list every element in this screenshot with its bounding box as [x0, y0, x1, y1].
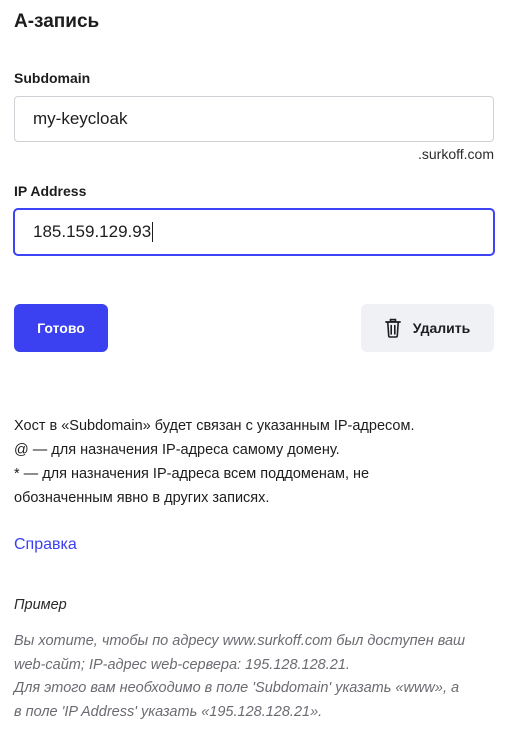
text-caret: [152, 222, 154, 242]
subdomain-value: my-keycloak: [33, 109, 128, 128]
ip-address-input[interactable]: 185.159.129.93: [14, 209, 494, 255]
ip-address-value: 185.159.129.93: [33, 222, 152, 241]
example-line: Вы хотите, чтобы по адресу www.surkoff.c…: [14, 633, 466, 649]
delete-button-label: Удалить: [412, 320, 471, 336]
example-line: в поле 'IP Address' указать «195.128.128…: [14, 703, 323, 720]
domain-suffix: .surkoff.com: [418, 146, 494, 162]
help-line: @ — для назначения IP-адреса самому доме…: [14, 442, 340, 458]
subdomain-label: Subdomain: [14, 70, 91, 86]
example-text: Вы хотите, чтобы по адресу www.surkoff.c…: [14, 630, 504, 724]
trash-icon: [384, 318, 401, 338]
delete-button[interactable]: Удалить: [361, 304, 494, 352]
help-line: Хост в «Subdomain» будет связан с указан…: [14, 418, 415, 434]
help-line: * — для назначения IP-адреса всем поддом…: [14, 466, 370, 482]
done-button-label: Готово: [37, 320, 85, 336]
help-link[interactable]: Справка: [14, 536, 77, 554]
ip-address-label: IP Address: [14, 183, 87, 199]
example-line: web-сайт; IP-адрес web-сервера: 195.128.…: [14, 656, 350, 673]
done-button[interactable]: Готово: [14, 304, 108, 352]
subdomain-input[interactable]: my-keycloak: [14, 96, 494, 142]
help-line: обозначенным явно в других записях.: [14, 490, 270, 506]
section-title: А-запись: [14, 11, 100, 32]
help-text: Хост в «Subdomain» будет связан с указан…: [14, 414, 504, 510]
example-title: Пример: [14, 597, 67, 613]
example-line: Для этого вам необходимо в поле 'Subdoma…: [14, 680, 460, 696]
